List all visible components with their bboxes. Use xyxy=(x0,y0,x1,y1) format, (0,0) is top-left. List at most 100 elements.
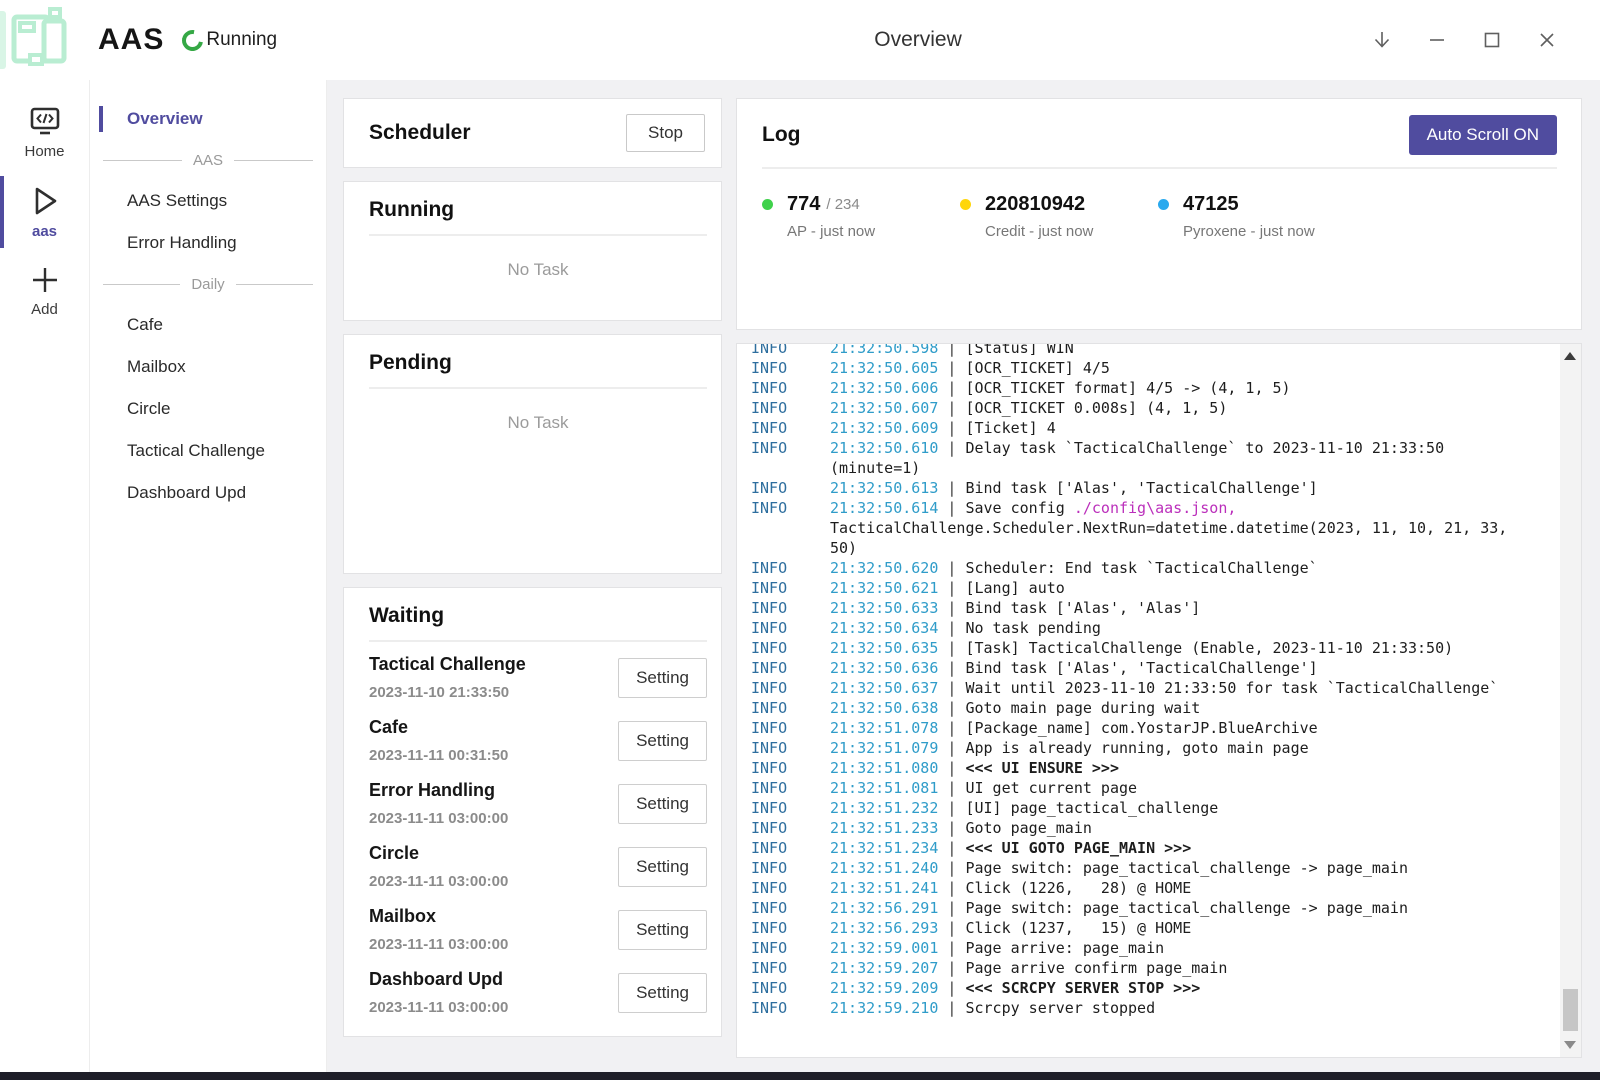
log-separator: | xyxy=(938,479,965,497)
log-content: 21:32:50.636 | Bind task ['Alas', 'Tacti… xyxy=(830,658,1541,678)
log-level: INFO xyxy=(751,858,830,878)
log-line: INFO21:32:51.234 | <<< UI GOTO PAGE_MAIN… xyxy=(751,838,1541,858)
log-content: 21:32:51.232 | [UI] page_tactical_challe… xyxy=(830,798,1541,818)
play-icon xyxy=(29,184,61,218)
log-scrollbar[interactable] xyxy=(1560,344,1581,1057)
log-stats-row: 774/ 234AP - just now220810942Credit - j… xyxy=(762,193,1557,240)
log-line: INFO21:32:50.598 | [Status] WIN xyxy=(751,343,1541,358)
hide-to-tray-button[interactable] xyxy=(1371,29,1393,51)
icon-rail: Home aas Add xyxy=(0,80,90,1072)
log-content: 21:32:51.234 | <<< UI GOTO PAGE_MAIN >>> xyxy=(830,838,1541,858)
log-timestamp: 21:32:50.605 xyxy=(830,359,938,377)
log-separator: | xyxy=(938,739,965,757)
log-line: INFO21:32:50.637 | Wait until 2023-11-10… xyxy=(751,678,1541,698)
log-timestamp: 21:32:50.609 xyxy=(830,419,938,437)
log-timestamp: 21:32:50.614 xyxy=(830,499,938,517)
task-setting-button[interactable]: Setting xyxy=(618,658,707,698)
log-title-row: Log Auto Scroll ON xyxy=(762,115,1557,155)
log-column: Log Auto Scroll ON 774/ 234AP - just now… xyxy=(736,98,1582,1058)
scrollbar-thumb[interactable] xyxy=(1563,989,1578,1031)
log-line: INFO21:32:59.001 | Page arrive: page_mai… xyxy=(751,938,1541,958)
log-level: INFO xyxy=(751,718,830,738)
log-timestamp: 21:32:50.636 xyxy=(830,659,938,677)
divider-line xyxy=(103,160,182,161)
sidebar-item-circle[interactable]: Circle xyxy=(90,388,326,430)
log-separator: | xyxy=(938,659,965,677)
log-message: Goto page_main xyxy=(965,819,1091,837)
sidebar-item-mailbox[interactable]: Mailbox xyxy=(90,346,326,388)
log-timestamp: 21:32:51.233 xyxy=(830,819,938,837)
log-timestamp: 21:32:50.637 xyxy=(830,679,938,697)
scheduler-card: Scheduler Stop xyxy=(343,98,722,168)
log-level: INFO xyxy=(751,958,830,978)
log-line: INFO21:32:50.621 | [Lang] auto xyxy=(751,578,1541,598)
task-setting-button[interactable]: Setting xyxy=(618,973,707,1013)
sidebar-item-error-handling[interactable]: Error Handling xyxy=(90,222,326,264)
rail-item-add[interactable]: Add xyxy=(0,252,89,330)
log-separator: | xyxy=(938,879,965,897)
task-setting-button[interactable]: Setting xyxy=(618,721,707,761)
sidebar-item-label: Circle xyxy=(127,399,170,419)
pending-card: Pending No Task xyxy=(343,334,722,574)
log-lines: INFO21:32:50.598 | [Status] WININFO21:32… xyxy=(737,343,1581,1018)
log-level: INFO xyxy=(751,818,830,838)
log-message: Bind task ['Alas', 'TacticalChallenge'] xyxy=(965,659,1317,677)
log-separator: | xyxy=(938,859,965,877)
task-setting-button[interactable]: Setting xyxy=(618,910,707,950)
sidebar-item-overview[interactable]: Overview xyxy=(90,98,326,140)
plus-icon xyxy=(29,264,61,296)
log-message: Scheduler: End task `TacticalChallenge` xyxy=(965,559,1317,577)
log-line: INFO21:32:50.636 | Bind task ['Alas', 'T… xyxy=(751,658,1541,678)
log-level: INFO xyxy=(751,878,830,898)
page-title: Overview xyxy=(874,28,962,52)
log-timestamp: 21:32:50.633 xyxy=(830,599,938,617)
log-panel[interactable]: INFO21:32:50.598 | [Status] WININFO21:32… xyxy=(736,343,1582,1058)
waiting-task-row-circle: Circle2023-11-11 03:00:00Setting xyxy=(369,835,707,898)
task-setting-button[interactable]: Setting xyxy=(618,784,707,824)
waiting-task-name: Error Handling xyxy=(369,780,508,801)
log-level: INFO xyxy=(751,598,830,618)
rail-item-home[interactable]: Home xyxy=(0,94,89,172)
log-message: Page arrive confirm page_main xyxy=(965,959,1227,977)
log-separator: | xyxy=(938,359,965,377)
log-line: INFO21:32:50.606 | [OCR_TICKET format] 4… xyxy=(751,378,1541,398)
minimize-button[interactable] xyxy=(1426,29,1448,51)
close-button[interactable] xyxy=(1536,29,1558,51)
log-line: INFO21:32:50.613 | Bind task ['Alas', 'T… xyxy=(751,478,1541,498)
scroll-up-icon[interactable] xyxy=(1564,352,1576,360)
sidebar-item-label: Error Handling xyxy=(127,233,237,253)
log-timestamp: 21:32:50.634 xyxy=(830,619,938,637)
sidebar-item-aas-settings[interactable]: AAS Settings xyxy=(90,180,326,222)
log-timestamp: 21:32:50.607 xyxy=(830,399,938,417)
sidebar-item-cafe[interactable]: Cafe xyxy=(90,304,326,346)
divider xyxy=(369,387,707,389)
log-level: INFO xyxy=(751,618,830,638)
scroll-down-icon[interactable] xyxy=(1564,1041,1576,1049)
log-timestamp: 21:32:50.638 xyxy=(830,699,938,717)
sidebar-group-label: AAS xyxy=(193,152,223,169)
log-content: 21:32:50.635 | [Task] TacticalChallenge … xyxy=(830,638,1541,658)
running-card: Running No Task xyxy=(343,181,722,321)
log-content: 21:32:56.291 | Page switch: page_tactica… xyxy=(830,898,1541,918)
rail-item-aas[interactable]: aas xyxy=(0,172,89,252)
divider xyxy=(762,167,1557,169)
log-content: 21:32:50.634 | No task pending xyxy=(830,618,1541,638)
log-content: 21:32:51.081 | UI get current page xyxy=(830,778,1541,798)
sidebar-item-tactical-challenge[interactable]: Tactical Challenge xyxy=(90,430,326,472)
log-timestamp: 21:32:50.606 xyxy=(830,379,938,397)
task-setting-button[interactable]: Setting xyxy=(618,847,707,887)
log-separator: | xyxy=(938,839,965,857)
log-level: INFO xyxy=(751,558,830,578)
status-label: Running xyxy=(206,29,277,51)
auto-scroll-toggle-button[interactable]: Auto Scroll ON xyxy=(1409,115,1557,155)
log-content: 21:32:51.240 | Page switch: page_tactica… xyxy=(830,858,1541,878)
stat-caption: Credit - just now xyxy=(985,223,1158,240)
scheduler-stop-button[interactable]: Stop xyxy=(626,114,705,152)
maximize-button[interactable] xyxy=(1481,29,1503,51)
log-message: [OCR_TICKET 0.008s] (4, 1, 5) xyxy=(965,399,1227,417)
active-indicator xyxy=(0,176,4,248)
log-content: 21:32:59.210 | Scrcpy server stopped xyxy=(830,998,1541,1018)
sidebar-item-dashboard-upd[interactable]: Dashboard Upd xyxy=(90,472,326,514)
log-separator: | xyxy=(938,699,965,717)
waiting-task-info: Cafe2023-11-11 00:31:50 xyxy=(369,717,508,764)
